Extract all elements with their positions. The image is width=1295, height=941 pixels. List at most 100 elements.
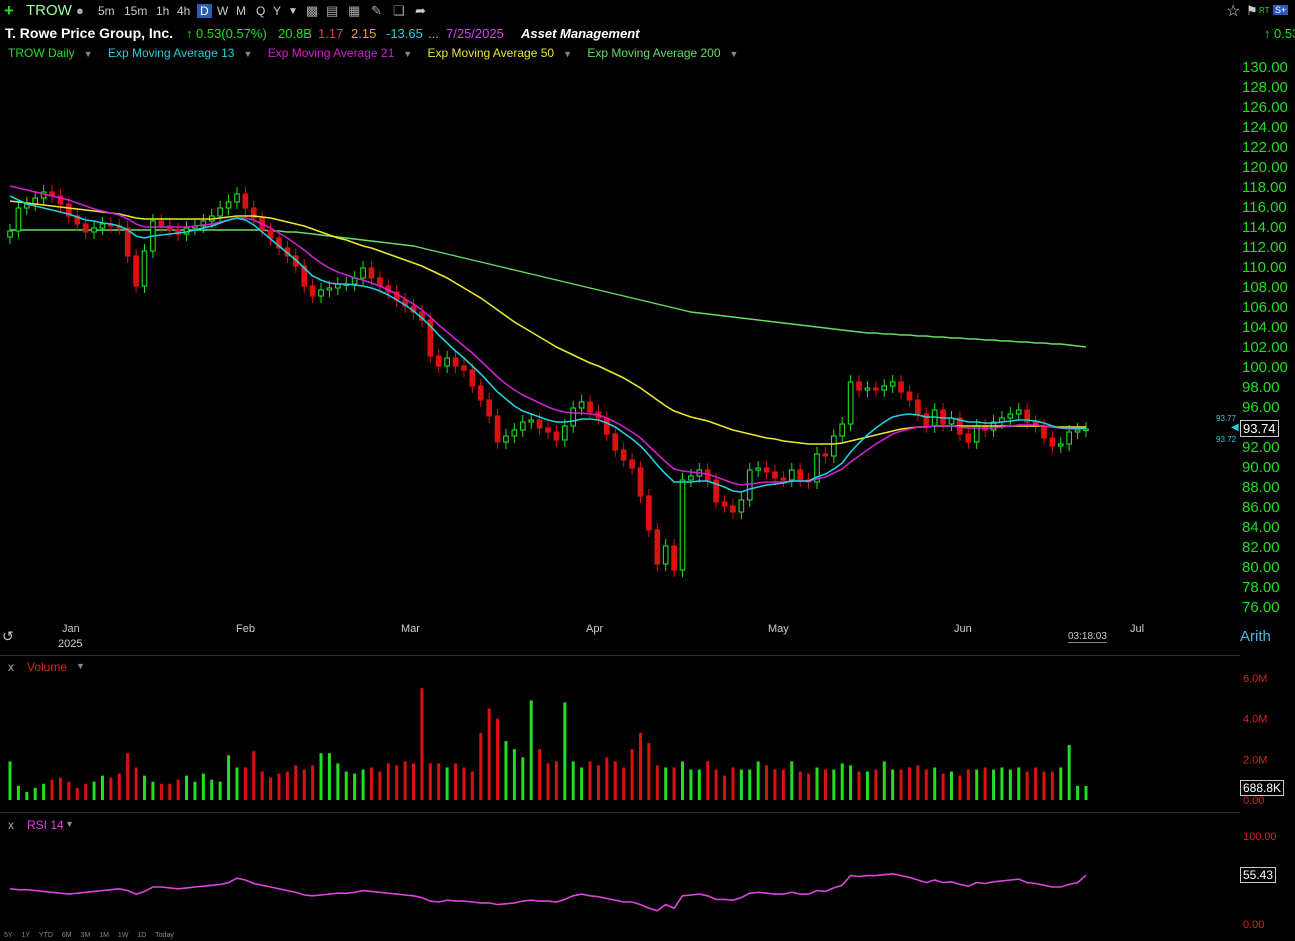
candle-body [931,409,938,427]
share-icon[interactable]: ➦ [415,3,426,19]
indicators-icon[interactable]: ▤ [326,3,338,19]
volume-bar [571,761,575,800]
volume-tick: 6.0M [1243,673,1267,685]
sp-badge[interactable]: S+ [1273,5,1289,15]
chevron-down-icon[interactable]: ▼ [403,49,412,59]
candle-body [108,223,114,227]
candle-body [1032,421,1039,427]
company-name: T. Rowe Price Group, Inc. [5,25,174,41]
candle-body [595,411,602,419]
price-tick: 118.00 [1242,179,1287,196]
volume-bar [243,767,247,800]
volume-bar [269,777,273,800]
paw-icon[interactable]: ● [76,3,84,18]
volume-bar [201,773,205,800]
volume-bar [109,777,113,800]
legend-trow[interactable]: TROW Daily ▼ [8,46,99,60]
candle-body [788,469,795,481]
range-5y[interactable]: 5Y [4,932,13,939]
volume-bar [496,718,500,800]
candle-body [637,467,644,497]
volume-bar [790,761,794,800]
candle-body [343,283,350,287]
calculator-icon[interactable]: ▦ [348,3,360,19]
chevron-down-icon[interactable]: ▼ [563,49,572,59]
range-ytd[interactable]: YTD [39,932,53,939]
add-symbol-icon[interactable]: + [4,1,14,21]
price-tick: 80.00 [1242,559,1280,576]
volume-bar [151,781,155,800]
candle-body [377,277,383,287]
candle-body [192,225,198,229]
chevron-down-icon[interactable]: ▼ [65,819,74,829]
volume-bar [1017,767,1021,800]
legend-ema13[interactable]: Exp Moving Average 13 ▼ [108,46,258,60]
layers-icon[interactable]: ❏ [393,3,405,19]
volume-bar [126,753,130,800]
price-tick: 116.00 [1242,199,1287,216]
close-volume-icon[interactable]: x [8,660,14,674]
volume-bar [1042,771,1046,800]
candle-body [772,471,778,479]
timeframe-D[interactable]: D [197,4,212,18]
candle-body [814,453,820,483]
candle-body [276,237,282,249]
timeframe-15m[interactable]: 15m [124,4,147,18]
candle-body [250,207,257,219]
volume-bar [235,767,239,800]
chevron-down-icon[interactable]: ▼ [730,49,739,59]
timeframe-5m[interactable]: 5m [98,4,115,18]
candle-body [629,459,635,469]
range-6m[interactable]: 6M [62,932,72,939]
chevron-down-icon[interactable]: ▼ [76,661,85,671]
timeframe-4h[interactable]: 4h [177,4,190,18]
candle-body [175,229,181,235]
range-1w[interactable]: 1W [118,932,129,939]
range-today[interactable]: Today [155,932,174,939]
volume-bar [672,767,676,800]
range-1d[interactable]: 1D [137,932,146,939]
timeframe-1h[interactable]: 1h [156,4,169,18]
price-tick: 114.00 [1242,219,1287,236]
volume-bar [117,773,121,800]
candle-body [267,229,274,239]
scale-toggle[interactable]: Arith [1240,628,1271,645]
range-3m[interactable]: 3M [81,932,91,939]
chevron-down-icon[interactable]: ▼ [288,6,298,17]
timeframe-M[interactable]: M [236,4,246,18]
volume-bar [941,773,945,800]
flag-icon[interactable]: ⚑ [1246,3,1258,19]
legend-ema50[interactable]: Exp Moving Average 50 ▼ [428,46,578,60]
symbol-input[interactable]: TROW [26,2,72,19]
star-icon[interactable]: ☆ [1226,1,1240,21]
rsi-tick: 100.00 [1243,831,1277,843]
price-tick: 104.00 [1242,319,1288,336]
chevron-down-icon[interactable]: ▼ [243,49,252,59]
candle-body [141,250,148,287]
candle-body [334,283,341,289]
volume-bar [580,767,584,800]
volume-bar [437,763,441,800]
candle-body [7,230,13,238]
chevron-down-icon[interactable]: ▼ [84,49,93,59]
range-1m[interactable]: 1M [99,932,109,939]
timeframe-W[interactable]: W [217,4,228,18]
volume-bar [361,769,365,800]
legend-ema21[interactable]: Exp Moving Average 21 ▼ [268,46,418,60]
pencil-icon[interactable]: ✎ [371,3,382,19]
close-rsi-icon[interactable]: x [8,818,14,832]
timeframe-Y[interactable]: Y [273,4,281,18]
price-chart[interactable]: 130.00 128.00 126.00 124.00 122.00 120.00 118.… [0,0,1295,941]
refresh-icon[interactable]: ↺ [2,628,14,645]
price-tick: 126.00 [1242,99,1288,116]
more-ellipsis[interactable]: ... [428,26,439,41]
chart-type-icon[interactable]: ▩ [306,3,318,19]
candle-body [830,435,837,457]
range-1y[interactable]: 1Y [22,932,31,939]
price-tick: 96.00 [1242,399,1280,416]
candle-body [688,475,694,481]
candle-body [755,467,762,471]
volume-bar [311,765,315,800]
timeframe-Q[interactable]: Q [256,4,265,18]
legend-ema200[interactable]: Exp Moving Average 200 ▼ [587,46,744,60]
